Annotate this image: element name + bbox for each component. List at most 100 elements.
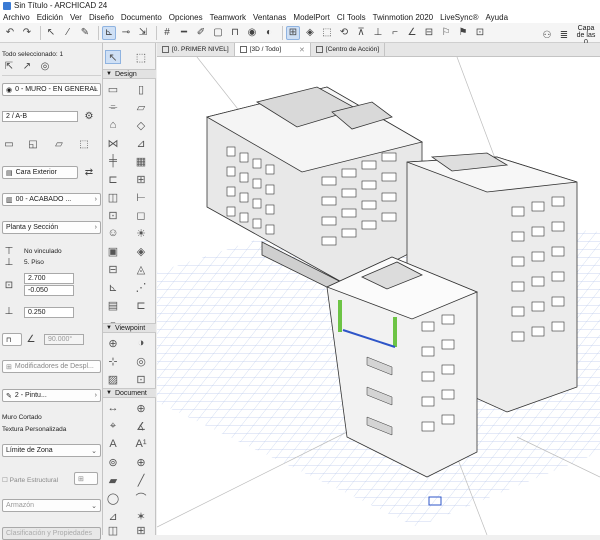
arrow-mode-icon[interactable]: ↗ xyxy=(20,60,34,72)
bottom-link-label[interactable]: 5. Piso xyxy=(24,259,44,266)
select-mode-icon[interactable]: ⇱ xyxy=(2,60,16,72)
object-tool-icon[interactable]: ☺ xyxy=(105,226,121,240)
tab-3d-todo[interactable]: [3D / Todo] ✕ xyxy=(234,43,311,56)
menu-diseno[interactable]: Diseño xyxy=(89,13,114,22)
menu-ayuda[interactable]: Ayuda xyxy=(485,13,508,22)
close-icon[interactable]: ✕ xyxy=(299,46,305,54)
story-line-field[interactable]: 2 / A-B xyxy=(2,111,78,122)
top-link-label[interactable]: No vinculado xyxy=(24,248,62,255)
drawing-tool-icon[interactable]: ⊿ xyxy=(105,509,121,523)
corner-window-tool-icon[interactable]: ⊡ xyxy=(105,208,121,222)
marquee-icon[interactable]: ⊞ xyxy=(286,25,300,40)
target-icon[interactable]: ◎ xyxy=(38,60,52,72)
zone-tool-icon[interactable]: ▣ xyxy=(105,244,121,258)
grid-icon[interactable]: # xyxy=(160,26,174,40)
pipette-icon[interactable]: ⁄ xyxy=(61,26,75,40)
wall-panel-icon[interactable]: ⊟ xyxy=(105,262,121,276)
ruler-icon[interactable]: ━ xyxy=(177,26,191,40)
column-tool-icon[interactable]: ▯ xyxy=(133,82,149,96)
guide-line-icon[interactable]: ⊾ xyxy=(102,25,116,40)
railing-alt-tool-icon[interactable]: ⋰ xyxy=(133,280,149,294)
menu-teamwork[interactable]: Teamwork xyxy=(210,13,246,22)
menu-ver[interactable]: Ver xyxy=(70,13,82,22)
design-section-header[interactable]: ▼ Design xyxy=(103,69,156,79)
hotspot-tool-icon[interactable]: ✶ xyxy=(133,509,149,523)
adjust-icon[interactable]: ∠ xyxy=(405,26,419,40)
arrow-select-icon[interactable]: ↖ xyxy=(44,26,58,40)
snap-icon[interactable]: ⊸ xyxy=(119,26,133,40)
radial-dimension-tool-icon[interactable]: ⌖ xyxy=(105,419,121,433)
structural-options[interactable]: ⊞ xyxy=(74,472,98,485)
redo-icon[interactable]: ↷ xyxy=(20,26,34,40)
flag-alt-icon[interactable]: ⚑ xyxy=(456,26,470,40)
marquee-tool-icon[interactable]: ⬚ xyxy=(133,50,149,64)
arrow-tool-icon[interactable]: ↖ xyxy=(105,50,121,64)
arc-tool-icon[interactable]: ◯ xyxy=(105,491,121,505)
wall-tool-icon[interactable]: ▭ xyxy=(105,82,121,96)
opening-tool-icon[interactable]: ◻ xyxy=(133,208,149,222)
line-tool-icon[interactable]: ╱ xyxy=(133,473,149,487)
lamp-tool-icon[interactable]: ☀ xyxy=(133,226,149,240)
label-tool-icon[interactable]: A¹ xyxy=(133,437,149,451)
viewpoint-section-header[interactable]: ▼ Viewpoint xyxy=(103,323,156,333)
dimension-tool-icon[interactable]: ↔ xyxy=(105,401,121,415)
finish-dropdown[interactable]: ▥ 00 - ACABADO ... › xyxy=(2,193,101,206)
slab-tool-icon[interactable]: ▱ xyxy=(133,100,149,114)
show-icon[interactable]: ◐ xyxy=(262,26,276,40)
floor-plan-dropdown[interactable]: Planta y Sección › xyxy=(2,221,101,234)
interior-elevation-tool-icon[interactable]: ⊹ xyxy=(105,354,121,368)
modifiers-dropdown[interactable]: ⊞ Modificadores de Despl... xyxy=(2,360,101,373)
elevation-tool-icon[interactable]: ◑ xyxy=(133,336,149,350)
curtain-wall-tool-icon[interactable]: ▦ xyxy=(133,154,149,168)
pen-dropdown[interactable]: ✎ 2 - Pintu... › xyxy=(2,389,101,402)
door-tool-icon[interactable]: ⊏ xyxy=(105,172,121,186)
window-alt-tool-icon[interactable]: ▤ xyxy=(105,298,121,312)
ref-line-inner-icon[interactable]: ▱ xyxy=(52,138,66,150)
syringe-icon[interactable]: ✎ xyxy=(78,26,92,40)
window-tool-icon[interactable]: ⊞ xyxy=(133,172,149,186)
grid-element-tool-icon[interactable]: ⊕ xyxy=(133,455,149,469)
elevate-icon[interactable]: ⌐ xyxy=(388,26,402,40)
3d-model-canvas[interactable] xyxy=(157,57,600,535)
menu-livesync[interactable]: LiveSync® xyxy=(440,13,478,22)
lock-icon[interactable]: ⊓ xyxy=(228,26,242,40)
zone-limit-dropdown[interactable]: Límite de Zona ⌄ xyxy=(2,444,101,457)
classification-button[interactable]: Clasificación y Propiedades xyxy=(2,527,101,540)
layer-stack-icon[interactable]: ≣ xyxy=(557,29,571,43)
menu-modelport[interactable]: ModelPort xyxy=(293,13,329,22)
ref-line-outer-icon[interactable]: ◱ xyxy=(26,138,40,150)
3d-viewport[interactable]: [0. PRIMER NIVEL] [3D / Todo] ✕ [Centro … xyxy=(157,43,600,535)
eye-icon[interactable]: ◉ xyxy=(245,26,259,40)
railing-tool-icon[interactable]: ╪ xyxy=(105,154,121,168)
thickness-field[interactable]: 0.250 xyxy=(24,307,74,318)
detail-tool-icon[interactable]: ▨ xyxy=(105,372,121,386)
fill-icon[interactable]: ▢ xyxy=(211,26,225,40)
angle-dimension-tool-icon[interactable]: ∡ xyxy=(133,419,149,433)
menu-archivo[interactable]: Archivo xyxy=(3,13,30,22)
structural-checkbox[interactable]: ☐ Parte Estructural xyxy=(2,476,58,484)
level-dimension-tool-icon[interactable]: ⊕ xyxy=(133,401,149,415)
stair-tool-icon[interactable]: ⊿ xyxy=(133,136,149,150)
fill-tool-icon[interactable]: ▰ xyxy=(105,473,121,487)
3d-view-icon[interactable]: ◈ xyxy=(303,26,317,40)
mesh-tool-icon[interactable]: ⋈ xyxy=(105,136,121,150)
ref-line-icon[interactable]: ▭ xyxy=(2,138,16,150)
intersect-icon[interactable]: ⊟ xyxy=(422,26,436,40)
undo-icon[interactable]: ↶ xyxy=(3,26,17,40)
beam-alt-tool-icon[interactable]: ⊏ xyxy=(133,298,149,312)
explore-icon[interactable]: ⬚ xyxy=(320,26,334,40)
tab-primer-nivel[interactable]: [0. PRIMER NIVEL] xyxy=(157,43,235,56)
menu-twinmotion[interactable]: Twinmotion 2020 xyxy=(373,13,433,22)
tab-centro-accion[interactable]: [Centro de Acción] xyxy=(311,43,386,56)
menu-edicion[interactable]: Edición xyxy=(37,13,63,22)
angle-field[interactable]: 90.000° xyxy=(44,334,84,345)
layout-icon[interactable]: ⊡ xyxy=(473,26,487,40)
orbit-icon[interactable]: ⟲ xyxy=(337,26,351,40)
skylight-tool-icon[interactable]: ◫ xyxy=(105,190,121,204)
beam-tool-icon[interactable]: ⌯ xyxy=(105,100,121,114)
profile-dropdown[interactable]: ⊓ xyxy=(2,333,22,346)
split-icon[interactable]: ⊥ xyxy=(371,26,385,40)
wall-end-tool-icon[interactable]: ⊢ xyxy=(133,190,149,204)
polyline-tool-icon[interactable]: ⌒ xyxy=(133,491,149,505)
worksheet-tool-icon[interactable]: ◎ xyxy=(133,354,149,368)
